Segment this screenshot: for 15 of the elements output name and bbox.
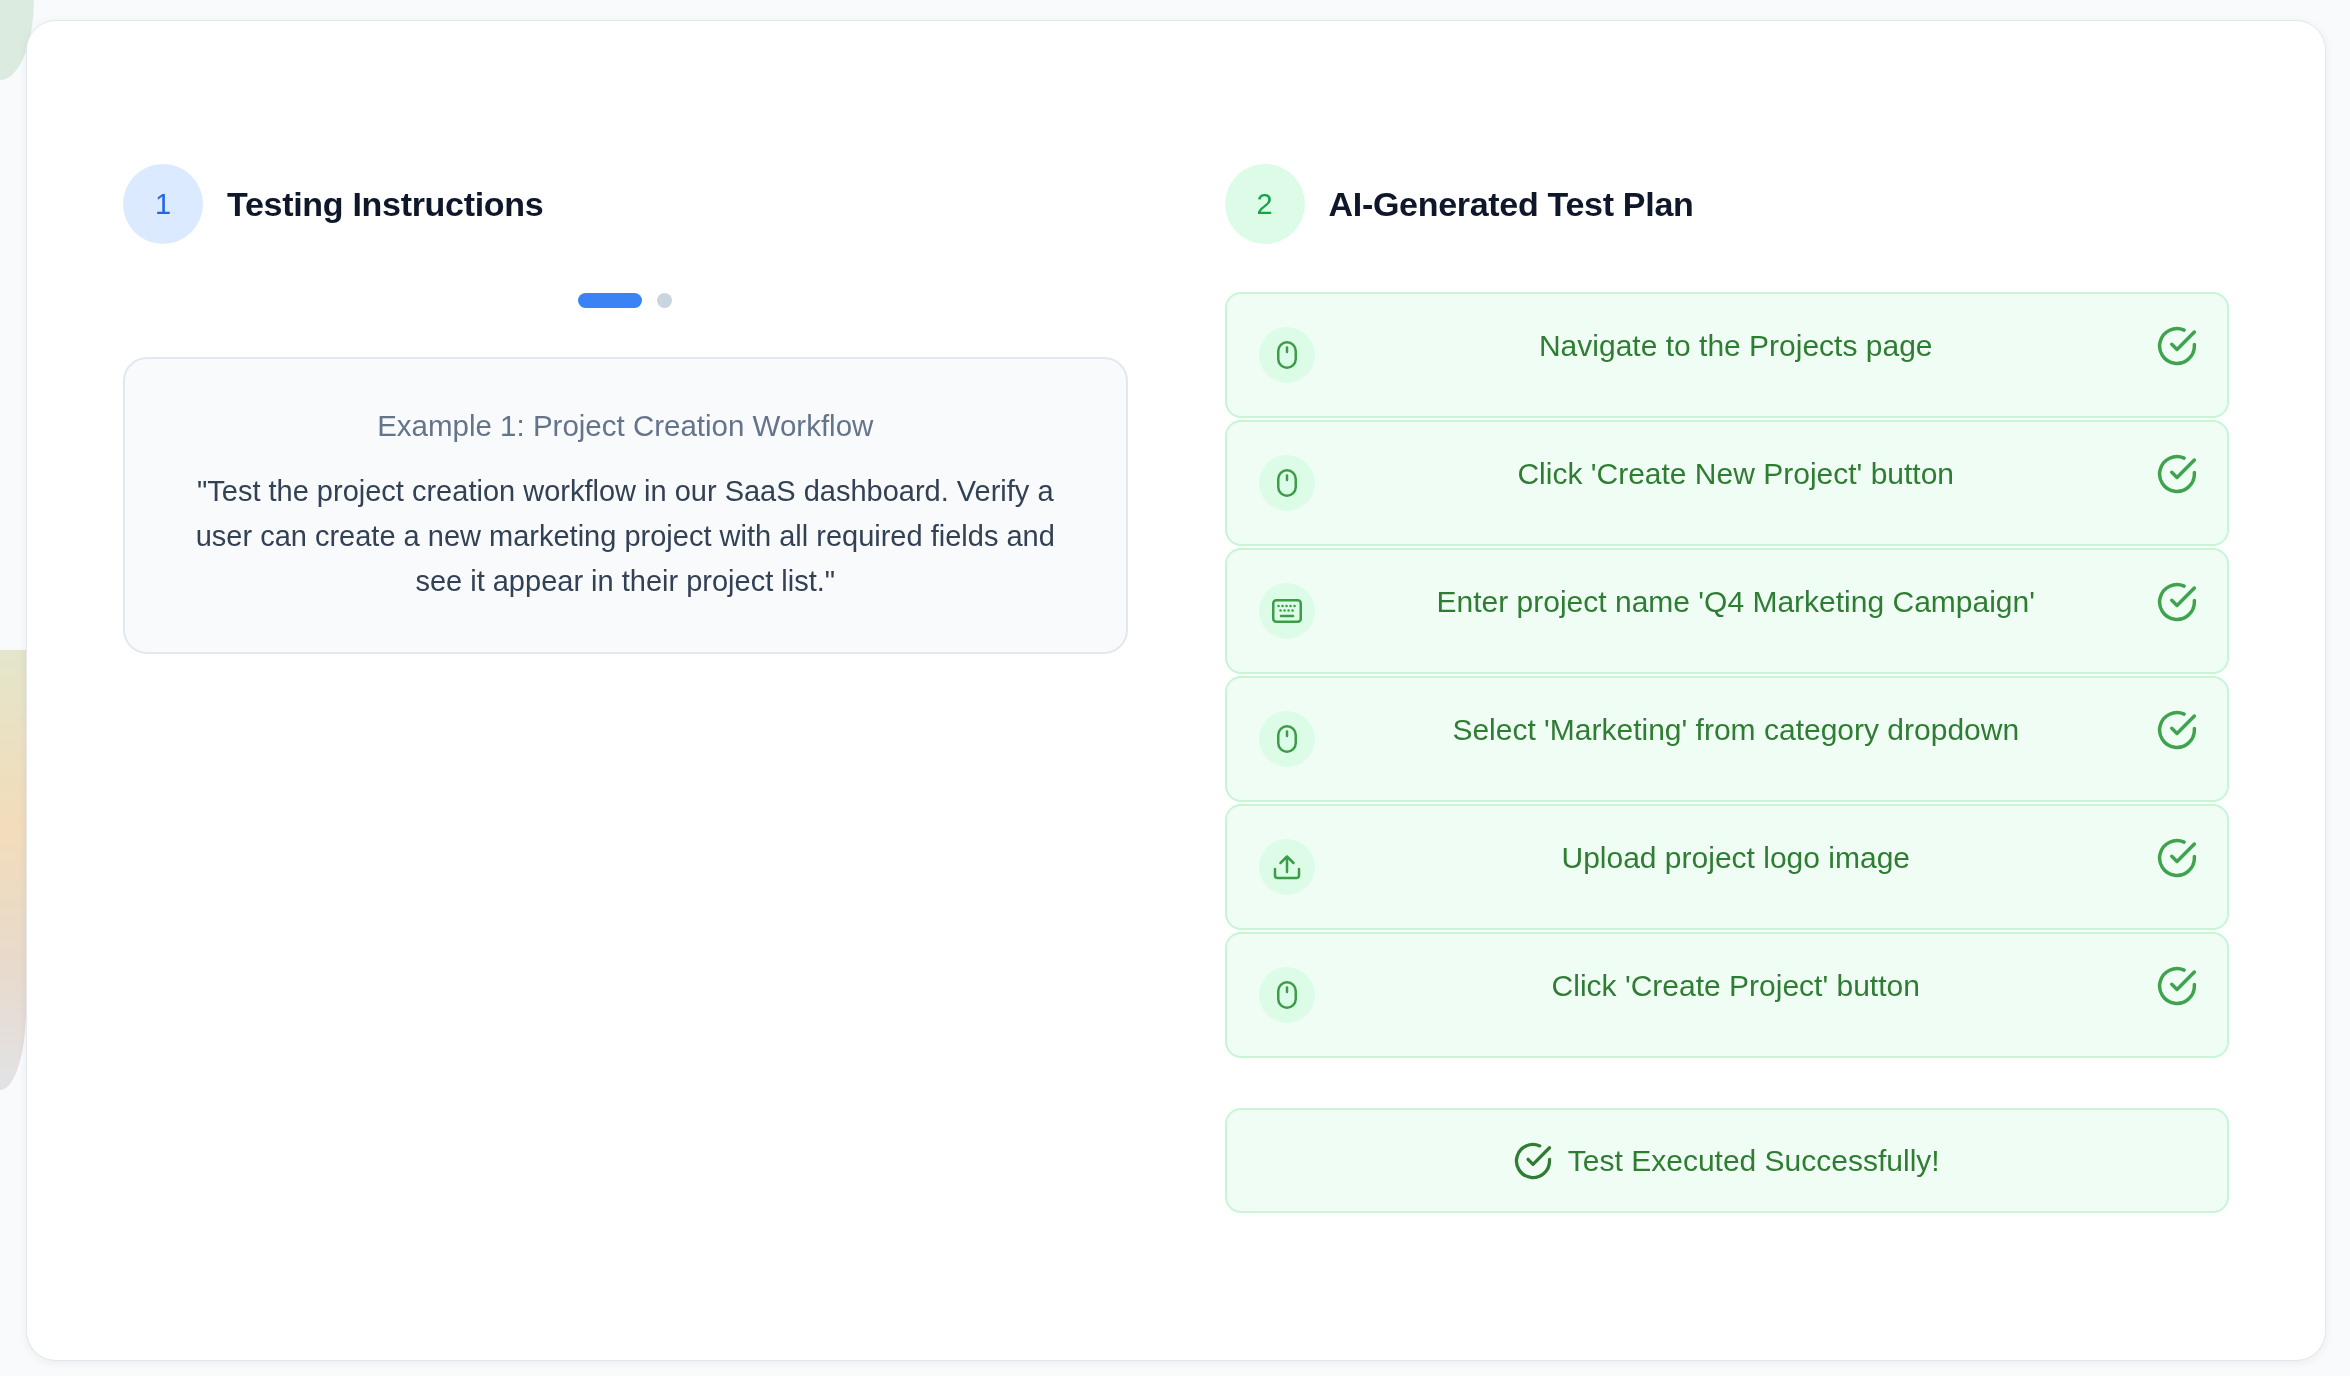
carousel-dot[interactable] <box>657 293 673 308</box>
step-text: Click 'Create New Project' button <box>1516 456 1956 492</box>
step-text: Upload project logo image <box>1560 840 1911 876</box>
section-title: Testing Instructions <box>227 184 544 224</box>
step-text: Navigate to the Projects page <box>1537 328 1934 364</box>
success-message: Test Executed Successfully! <box>1567 1143 1940 1178</box>
section-title: AI-Generated Test Plan <box>1328 184 1694 224</box>
step-text: Select 'Marketing' from category dropdown <box>1451 712 2021 748</box>
step-number: 2 <box>1224 164 1305 244</box>
check-circle-icon <box>1513 1141 1552 1180</box>
step-text: Click 'Create Project' button <box>1550 968 1921 1004</box>
step-text: Enter project name 'Q4 Marketing Campaign' <box>1435 584 2036 620</box>
step-number: 1 <box>123 164 203 244</box>
example-title: Example 1: Project Creation Workflow <box>376 408 875 444</box>
example-prompt: "Test the project creation workflow in our SaaS dashboard. Verify a user can create a new marketing project with all required fields and see it appear in their project list." <box>194 474 1056 599</box>
